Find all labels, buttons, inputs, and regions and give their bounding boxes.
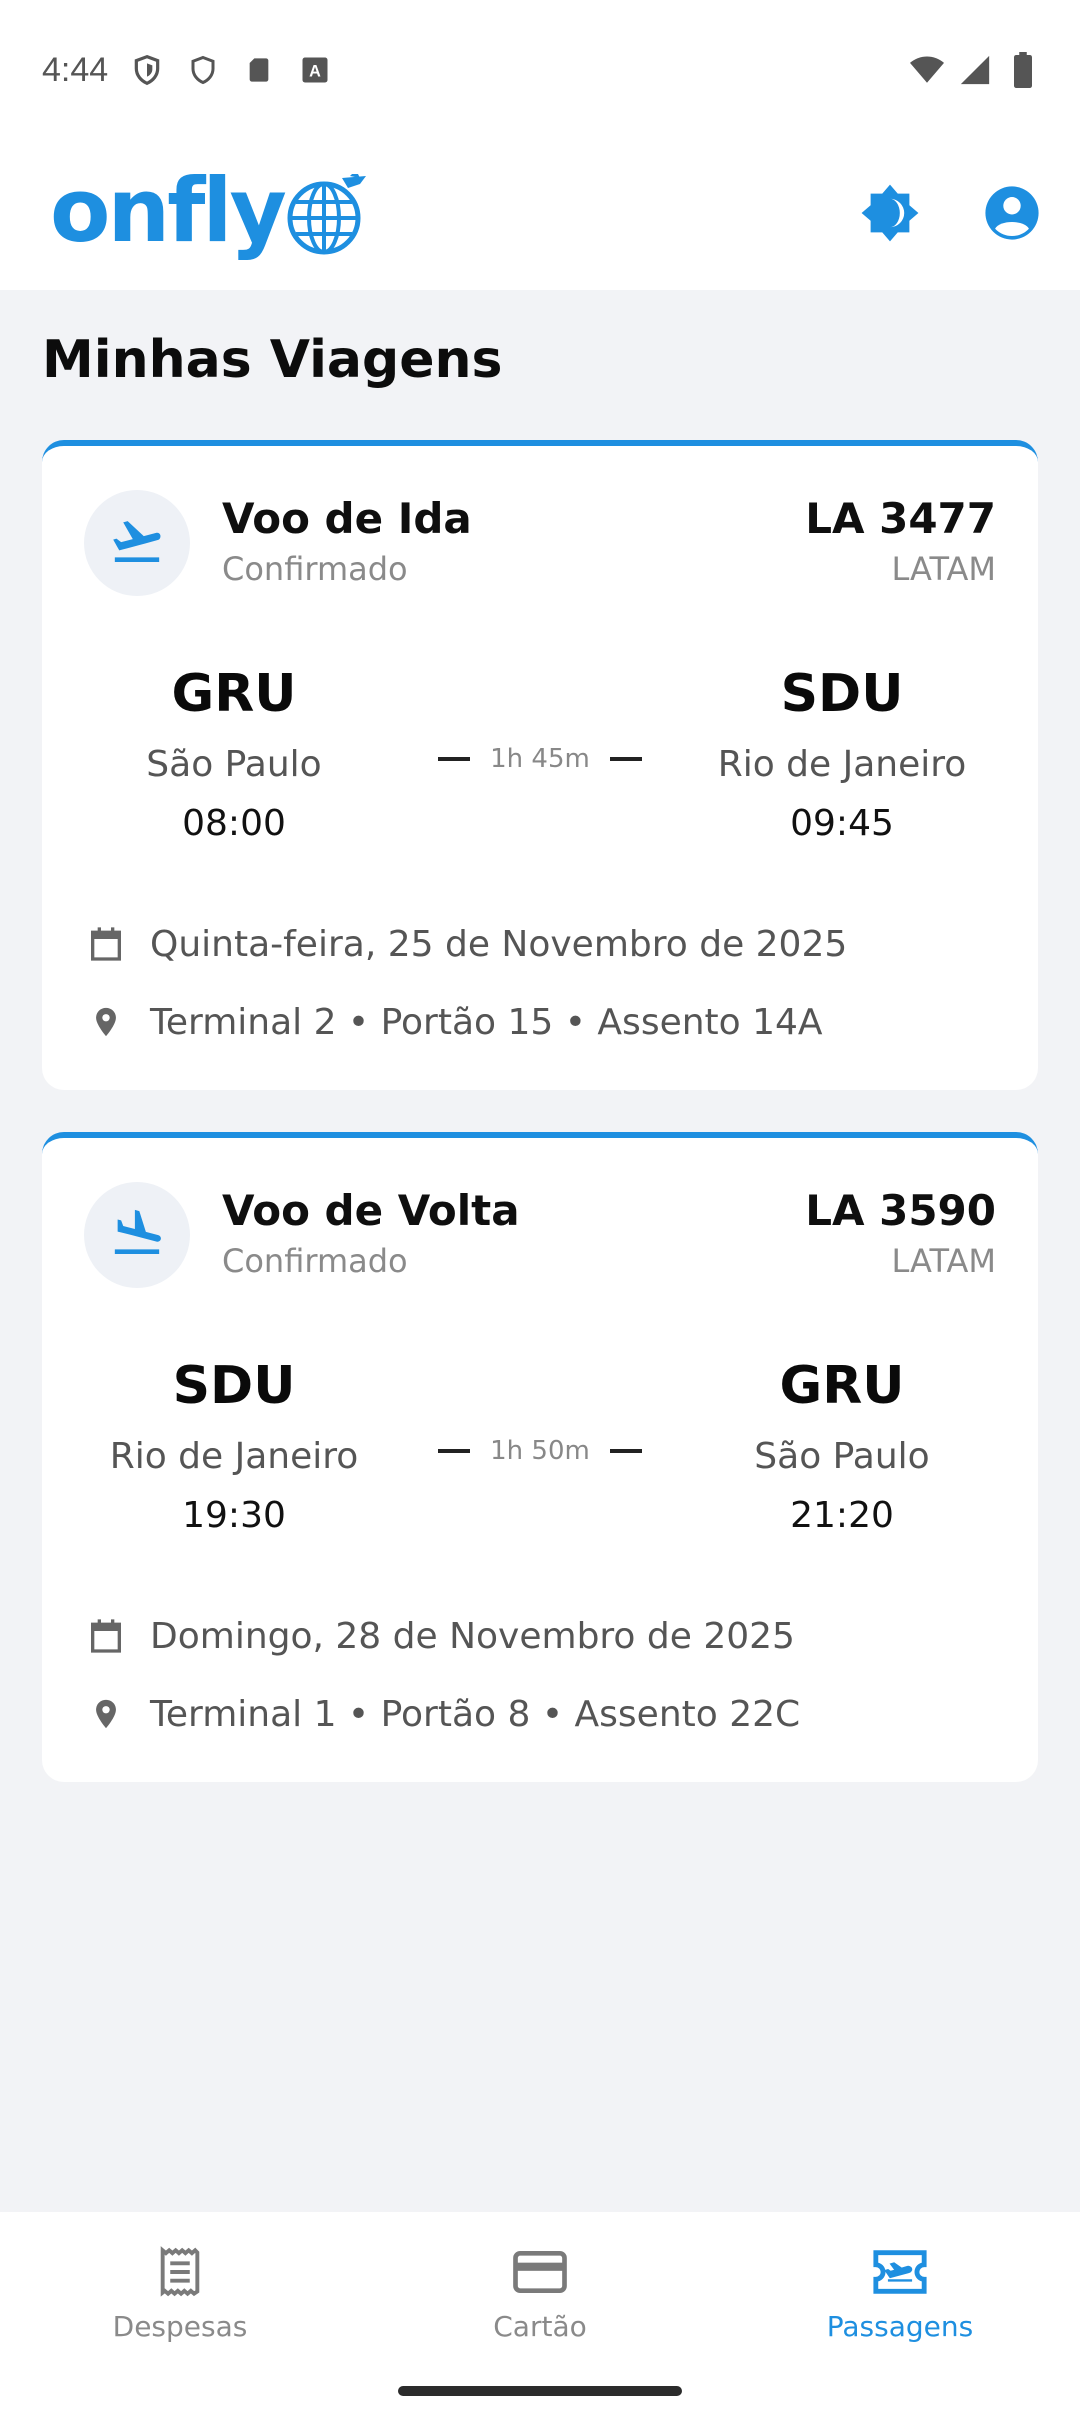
origin-city: Rio de Janeiro	[109, 1436, 359, 1477]
battery-icon	[1006, 52, 1040, 88]
destination: GRU São Paulo 21:20	[677, 1356, 1007, 1536]
flight-land-icon	[109, 1205, 165, 1265]
flight-takeoff-icon	[109, 513, 165, 573]
duration-line-right	[609, 1449, 642, 1453]
status-time: 4:44	[42, 50, 109, 89]
flight-duration: 1h 45m	[438, 744, 642, 774]
onfly-logo: onfly	[50, 167, 368, 256]
nav-item-passagens[interactable]: Passagens	[750, 2242, 1050, 2343]
airline-name: LATAM	[891, 1242, 996, 1280]
flight-title: Voo de Ida	[222, 494, 472, 543]
flight-takeoff-badge	[84, 490, 190, 596]
origin: SDU Rio de Janeiro 19:30	[69, 1356, 399, 1536]
flight-status: Confirmado	[222, 1242, 408, 1280]
destination-city: Rio de Janeiro	[717, 744, 967, 785]
arrival-time: 09:45	[790, 803, 894, 844]
route-row: SDU Rio de Janeiro 19:30 1h 50m GRU São …	[42, 1356, 1038, 1576]
svg-text:A: A	[309, 62, 321, 80]
nav-item-cartao[interactable]: Cartão	[390, 2242, 690, 2343]
duration-text: 1h 45m	[490, 744, 590, 774]
location-pin-icon	[84, 1692, 128, 1736]
keyboard-a-icon: A	[298, 53, 332, 87]
duration-text: 1h 50m	[490, 1436, 590, 1466]
receipt-icon	[150, 2242, 210, 2302]
flight-date: Domingo, 28 de Novembro de 2025	[150, 1615, 795, 1657]
nav-label-despesas: Despesas	[112, 2310, 248, 2343]
flight-status: Confirmado	[222, 550, 408, 588]
origin-city: São Paulo	[146, 744, 322, 785]
flight-location-row: Terminal 2 • Portão 15 • Assento 14A	[84, 1000, 823, 1044]
flight-number: LA 3477	[805, 494, 996, 543]
credit-card-icon	[510, 2242, 570, 2302]
flight-title: Voo de Volta	[222, 1186, 520, 1235]
location-pin-icon	[84, 1000, 128, 1044]
flight-card-return[interactable]: Voo de Volta Confirmado LA 3590 LATAM SD…	[42, 1132, 1038, 1782]
account-circle-icon	[983, 184, 1041, 246]
logo-text: onfly	[50, 159, 287, 262]
duration-line-right	[609, 757, 642, 761]
brightness-icon	[859, 182, 921, 248]
calendar-icon	[84, 1614, 128, 1658]
flight-location: Terminal 1 • Portão 8 • Assento 22C	[150, 1693, 801, 1735]
destination: SDU Rio de Janeiro 09:45	[677, 664, 1007, 844]
flight-location-row: Terminal 1 • Portão 8 • Assento 22C	[84, 1692, 800, 1736]
airline-name: LATAM	[891, 550, 996, 588]
destination-city: São Paulo	[754, 1436, 930, 1477]
departure-time: 08:00	[182, 803, 286, 844]
calendar-icon	[84, 922, 128, 966]
destination-code: SDU	[780, 664, 904, 724]
flight-date-row: Domingo, 28 de Novembro de 2025	[84, 1614, 795, 1658]
sd-card-icon	[242, 53, 276, 87]
flight-card-outbound[interactable]: Voo de Ida Confirmado LA 3477 LATAM GRU …	[42, 440, 1038, 1090]
nav-item-despesas[interactable]: Despesas	[30, 2242, 330, 2343]
departure-time: 19:30	[182, 1495, 286, 1536]
origin-code: GRU	[171, 664, 297, 724]
account-button[interactable]	[980, 183, 1044, 247]
duration-line-left	[438, 1449, 470, 1453]
route-row: GRU São Paulo 08:00 1h 45m SDU Rio de Ja…	[42, 664, 1038, 884]
signal-icon	[958, 53, 992, 87]
globe-plane-icon	[286, 170, 368, 256]
app-header: onfly	[0, 140, 1080, 290]
home-indicator[interactable]	[398, 2386, 682, 2396]
arrival-time: 21:20	[790, 1495, 894, 1536]
origin-code: SDU	[172, 1356, 296, 1416]
nav-label-passagens: Passagens	[826, 2310, 974, 2343]
wifi-icon	[910, 53, 944, 87]
page-title: Minhas Viagens	[42, 330, 503, 390]
shield-icon	[130, 53, 164, 87]
status-bar: 4:44 A	[0, 0, 1080, 140]
flight-date-row: Quinta-feira, 25 de Novembro de 2025	[84, 922, 847, 966]
duration-line-left	[438, 757, 470, 761]
flight-location: Terminal 2 • Portão 15 • Assento 14A	[150, 1001, 823, 1043]
flight-date: Quinta-feira, 25 de Novembro de 2025	[150, 923, 848, 965]
nav-label-cartao: Cartão	[493, 2310, 587, 2343]
flight-duration: 1h 50m	[438, 1436, 642, 1466]
destination-code: GRU	[779, 1356, 905, 1416]
airplane-ticket-icon	[870, 2242, 930, 2302]
shield-outline-icon	[186, 53, 220, 87]
flight-number: LA 3590	[805, 1186, 996, 1235]
origin: GRU São Paulo 08:00	[69, 664, 399, 844]
flight-land-badge	[84, 1182, 190, 1288]
theme-toggle-button[interactable]	[858, 183, 922, 247]
